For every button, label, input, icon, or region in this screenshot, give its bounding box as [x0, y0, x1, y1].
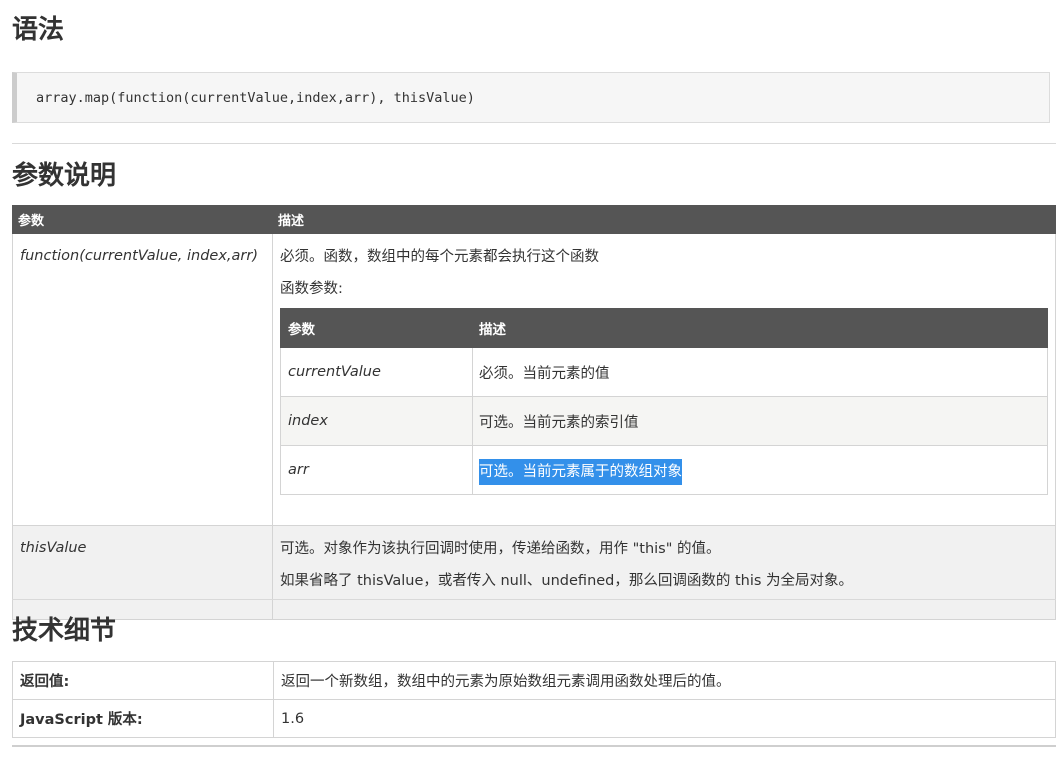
section-title-tech: 技术细节	[12, 616, 117, 646]
section-title-params: 参数说明	[12, 161, 117, 191]
code-block: array.map(function(currentValue,index,ar…	[12, 72, 1050, 123]
param-desc-line: 如果省略了 thisValue，或者传入 null、undefined，那么回调…	[280, 573, 854, 589]
param-desc: 可选。对象作为该执行回调时使用，传递给函数，用作 "this" 的值。 如果省略…	[272, 525, 1056, 620]
code-syntax: array.map(function(currentValue,index,ar…	[36, 89, 475, 106]
divider	[12, 143, 1056, 144]
table-row: currentValue 必须。当前元素的值	[280, 347, 1048, 397]
param-name: function(currentValue, index,arr)	[12, 233, 273, 526]
table-row: thisValue 可选。对象作为该执行回调时使用，传递给函数，用作 "this…	[12, 525, 1056, 620]
tech-key: 返回值:	[12, 661, 274, 700]
callback-params-table: 参数 描述 currentValue 必须。当前元素的值 index 可选。当前…	[280, 308, 1048, 495]
params-table-header: 参数 描述	[12, 205, 1056, 234]
section-title-syntax: 语法	[12, 15, 65, 45]
table-row: function(currentValue, index,arr) 必须。函数，…	[12, 233, 1056, 526]
params-table: 参数 描述 function(currentValue, index,arr) …	[12, 205, 1056, 620]
sub-param-desc[interactable]: 可选。当前元素的索引值	[472, 396, 1048, 446]
param-desc-line: 必须。函数，数组中的每个元素都会执行这个函数	[280, 249, 599, 265]
tech-value: 1.6	[273, 699, 1056, 738]
tech-key: JavaScript 版本:	[12, 699, 274, 738]
tech-details-table: 返回值: 返回一个新数组，数组中的元素为原始数组元素调用函数处理后的值。 Jav…	[12, 661, 1056, 738]
sub-param-desc[interactable]: 必须。当前元素的值	[472, 347, 1048, 397]
sub-param-name: arr	[280, 445, 473, 495]
header-desc: 描述	[272, 205, 1056, 234]
param-name: thisValue	[12, 525, 273, 620]
callback-params-header: 参数 描述	[280, 308, 1048, 348]
sub-param-name: currentValue	[280, 347, 473, 397]
param-desc-line: 可选。对象作为该执行回调时使用，传递给函数，用作 "this" 的值。	[280, 541, 721, 557]
sub-header-param: 参数	[280, 308, 473, 348]
divider	[12, 599, 1056, 600]
divider	[12, 745, 1056, 747]
header-param: 参数	[12, 205, 273, 234]
selected-text[interactable]: 可选。当前元素属于的数组对象	[479, 458, 682, 485]
sub-param-name: index	[280, 396, 473, 446]
table-row: arr 可选。当前元素属于的数组对象	[280, 445, 1048, 495]
table-row: JavaScript 版本: 1.6	[12, 699, 1056, 738]
table-row: 返回值: 返回一个新数组，数组中的元素为原始数组元素调用函数处理后的值。	[12, 661, 1056, 700]
table-row: index 可选。当前元素的索引值	[280, 396, 1048, 446]
param-desc: 必须。函数，数组中的每个元素都会执行这个函数 函数参数: 参数 描述 curre…	[272, 233, 1056, 526]
param-desc-line: 函数参数:	[280, 281, 343, 297]
tech-value: 返回一个新数组，数组中的元素为原始数组元素调用函数处理后的值。	[273, 661, 1056, 700]
sub-header-desc: 描述	[472, 308, 1048, 348]
sub-param-desc-cell: 可选。当前元素属于的数组对象	[472, 445, 1048, 495]
